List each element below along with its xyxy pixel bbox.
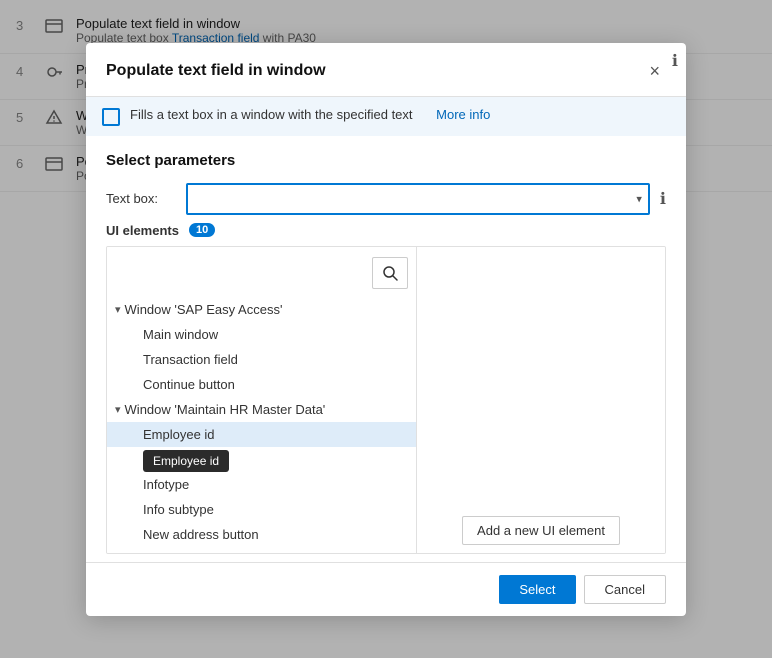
ui-elements-badge: 10 xyxy=(189,223,215,237)
info-box-icon xyxy=(102,108,120,126)
ui-elements-body: ▾ Window 'SAP Easy Access' Main window T… xyxy=(106,246,666,554)
tree-pane[interactable]: ▾ Window 'SAP Easy Access' Main window T… xyxy=(107,247,417,553)
tree-group-sap-label: Window 'SAP Easy Access' xyxy=(125,302,283,317)
tree-group-hr-header[interactable]: ▾ Window 'Maintain HR Master Data' xyxy=(107,397,416,422)
tree-search-bar xyxy=(107,253,416,297)
right-pane: ℹ Add a new UI element xyxy=(417,247,665,553)
params-section: Select parameters Text box: ▾ ℹ xyxy=(86,136,686,223)
textbox-select[interactable] xyxy=(186,183,650,215)
tree-item-employee-id[interactable]: Employee id Employee id xyxy=(107,422,416,447)
select-button[interactable]: Select xyxy=(499,575,575,604)
textbox-row: Text box: ▾ ℹ xyxy=(106,183,666,215)
textbox-label: Text box: xyxy=(106,191,176,206)
info-banner: Fills a text box in a window with the sp… xyxy=(86,97,686,136)
modal-footer: Select Cancel xyxy=(86,562,686,616)
add-ui-element-button[interactable]: Add a new UI element xyxy=(462,516,620,545)
ui-elements-section: UI elements 10 xyxy=(86,223,686,562)
tree-group-hr-label: Window 'Maintain HR Master Data' xyxy=(125,402,326,417)
tree-group-sap: ▾ Window 'SAP Easy Access' Main window T… xyxy=(107,297,416,397)
textbox-select-wrap: ▾ xyxy=(186,183,650,215)
close-button[interactable]: × xyxy=(643,59,666,84)
chevron-down-icon: ▾ xyxy=(115,303,121,316)
tree-item-new-address-button[interactable]: New address button xyxy=(107,522,416,547)
tree-item-info-subtype[interactable]: Info subtype xyxy=(107,497,416,522)
tree-item-infotype[interactable]: Infotype xyxy=(107,472,416,497)
textbox-info-icon[interactable]: ℹ xyxy=(660,189,666,209)
chevron-down-icon-hr: ▾ xyxy=(115,403,121,416)
tree-item-continue-button[interactable]: Continue button xyxy=(107,372,416,397)
more-info-link[interactable]: More info xyxy=(436,107,490,122)
tree-group-hr: ▾ Window 'Maintain HR Master Data' Emplo… xyxy=(107,397,416,547)
params-title: Select parameters xyxy=(106,152,666,169)
modal-overlay: Populate text field in window × Fills a … xyxy=(0,0,772,658)
tree-item-transaction-field[interactable]: Transaction field xyxy=(107,347,416,372)
ui-elements-label: UI elements xyxy=(106,223,179,238)
ui-elements-header: UI elements 10 xyxy=(106,223,666,238)
modal-title: Populate text field in window xyxy=(106,62,326,80)
tree-item-main-window[interactable]: Main window xyxy=(107,322,416,347)
search-button[interactable] xyxy=(372,257,408,289)
cancel-button[interactable]: Cancel xyxy=(584,575,666,604)
tree-group-sap-header[interactable]: ▾ Window 'SAP Easy Access' xyxy=(107,297,416,322)
modal: Populate text field in window × Fills a … xyxy=(86,43,686,616)
info-banner-text: Fills a text box in a window with the sp… xyxy=(130,107,413,122)
employee-id-tooltip: Employee id xyxy=(143,450,229,472)
modal-header: Populate text field in window × xyxy=(86,43,686,97)
